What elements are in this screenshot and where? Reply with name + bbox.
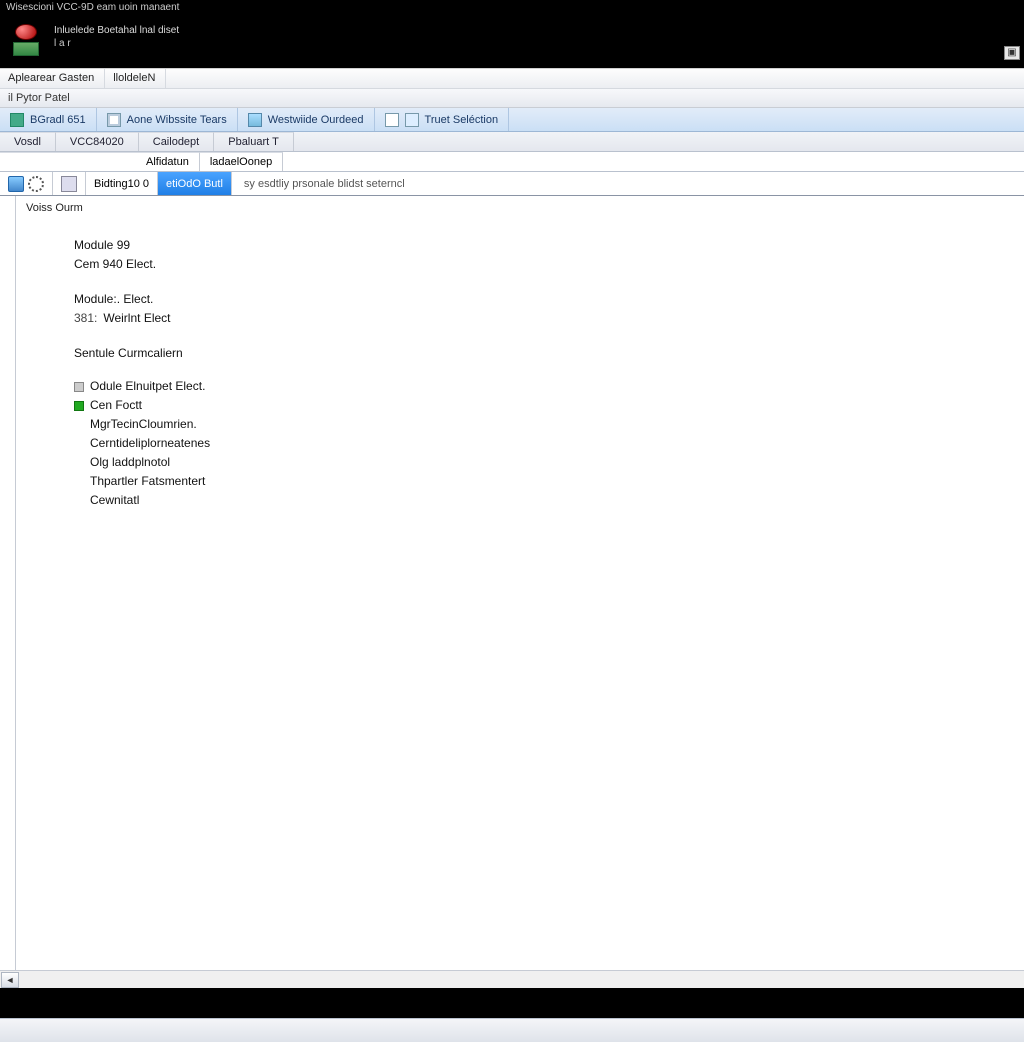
toolbar-btn-0[interactable]: BGradl 651 [0, 108, 97, 131]
iconrow-sel-label: etiOdO Butl [166, 178, 223, 190]
scroll-left-button[interactable]: ◄ [1, 972, 19, 988]
tree-item-0[interactable]: Odule Elnuitpet Elect. [74, 377, 1014, 396]
tree-sub-2[interactable]: Olg laddplnotol [90, 453, 1014, 472]
gear-icon [28, 176, 44, 192]
tab-0[interactable]: Vosdl [0, 132, 56, 151]
monitor-icon [61, 176, 77, 192]
tab-1[interactable]: VCC84020 [56, 132, 139, 151]
toolbar-btn-1[interactable]: Aone Wibssite Tears [97, 108, 238, 131]
icon-row: Bidting10 0 etiOdO Butl sy esdtliy prson… [0, 172, 1024, 196]
app-logo [6, 20, 46, 60]
toolbar-btn-3[interactable]: Truet Seléction [375, 108, 510, 131]
iconrow-seg-selected[interactable]: etiOdO Butl [158, 172, 232, 195]
window-titlebar: Wisescioni VCC-9D eam uoin manaent [0, 0, 1024, 18]
subtab-0[interactable]: Alfidatun [136, 152, 200, 171]
group3: Sentule Curmcaliern Odule Elnuitpet Elec… [74, 344, 1014, 510]
checkbox-icon [74, 382, 84, 392]
group2: Module:. Elect. 381: Weirlnt Elect [74, 290, 1014, 328]
tree-sub-3[interactable]: Thpartler Fatsmentert [90, 472, 1014, 491]
toolbar: BGradl 651 Aone Wibssite Tears Westwiide… [0, 108, 1024, 132]
status-bar [0, 1018, 1024, 1042]
app-header: Inluelede Boetahal lnal diset l a r ▣ [0, 18, 1024, 68]
sub-menubar-label: il Pytor Patel [8, 92, 70, 104]
tree-subitems: MgrTecinCloumrien. Cerntideliplorneatene… [90, 415, 1014, 510]
checkbox-checked-icon [74, 401, 84, 411]
toolbar-icon-2 [248, 113, 262, 127]
subtab-row: Alfidatun ladaelOonep [0, 152, 1024, 172]
pane-heading: Voiss Ourm [26, 202, 1014, 214]
toolbar-btn-2[interactable]: Westwiide Ourdeed [238, 108, 375, 131]
toolbar-icon-1 [107, 113, 121, 127]
toolbar-label-3: Truet Seléction [425, 114, 499, 126]
iconrow-tools[interactable] [0, 172, 53, 195]
toolbar-label-1: Aone Wibssite Tears [127, 114, 227, 126]
menubar: Aplearear Gasten lloldeleN [0, 68, 1024, 88]
group2-l2: Weirlnt Elect [103, 309, 170, 328]
left-gutter [0, 196, 16, 970]
toolbar-icon-3a [385, 113, 399, 127]
group2-prefix: 381: [74, 309, 97, 328]
workspace: Voiss Ourm Module 99 Cem 940 Elect. Modu… [0, 196, 1024, 970]
tree-item-1-label: Cen Foctt [90, 396, 142, 415]
wrench-icon [8, 176, 24, 192]
iconrow-seg1[interactable]: Bidting10 0 [86, 172, 158, 195]
toolbar-icon-3b [405, 113, 419, 127]
logo-chip-icon [13, 42, 39, 56]
toolbar-label-2: Westwiide Ourdeed [268, 114, 364, 126]
group1-l2: Cem 940 Elect. [74, 255, 1014, 274]
header-line1: Inluelede Boetahal lnal diset [54, 24, 179, 37]
sub-menubar: il Pytor Patel [0, 88, 1024, 108]
toolbar-icon-0 [10, 113, 24, 127]
iconrow-monitor[interactable] [53, 172, 86, 195]
tree-item-0-label: Odule Elnuitpet Elect. [90, 377, 205, 396]
tab-2[interactable]: Cailodept [139, 132, 214, 151]
horizontal-scrollbar[interactable]: ◄ [0, 970, 1024, 988]
tree-item-1[interactable]: Cen Foctt [74, 396, 1014, 415]
tree-sub-4[interactable]: Cewnitatl [90, 491, 1014, 510]
group3-title: Sentule Curmcaliern [74, 344, 1014, 363]
iconrow-seg1-label: Bidting10 0 [94, 178, 149, 190]
menu-item-1[interactable]: lloldeleN [105, 69, 166, 88]
iconrow-description: sy esdtliy prsonale blidst seterncl [232, 178, 405, 190]
tree-sub-0[interactable]: MgrTecinCloumrien. [90, 415, 1014, 434]
tree-sub-1[interactable]: Cerntideliplorneatenes [90, 434, 1014, 453]
group1-l1: Module 99 [74, 236, 1014, 255]
menu-item-0[interactable]: Aplearear Gasten [0, 69, 105, 88]
toolbar-label-0: BGradl 651 [30, 114, 86, 126]
content-pane: Voiss Ourm Module 99 Cem 940 Elect. Modu… [16, 196, 1024, 970]
group2-l1: Module:. Elect. [74, 290, 1014, 309]
tab-row: Vosdl VCC84020 Cailodept Pbaluart T [0, 132, 1024, 152]
tab-3[interactable]: Pbaluart T [214, 132, 294, 151]
subtab-1[interactable]: ladaelOonep [200, 152, 283, 171]
logo-sphere-icon [15, 24, 37, 40]
header-line2: l a r [54, 37, 179, 50]
footer-gap [0, 988, 1024, 1018]
minimize-button[interactable]: ▣ [1004, 46, 1020, 60]
group1: Module 99 Cem 940 Elect. [74, 236, 1014, 274]
window-title: Wisescioni VCC-9D eam uoin manaent [6, 2, 179, 13]
header-text: Inluelede Boetahal lnal diset l a r [54, 20, 179, 50]
